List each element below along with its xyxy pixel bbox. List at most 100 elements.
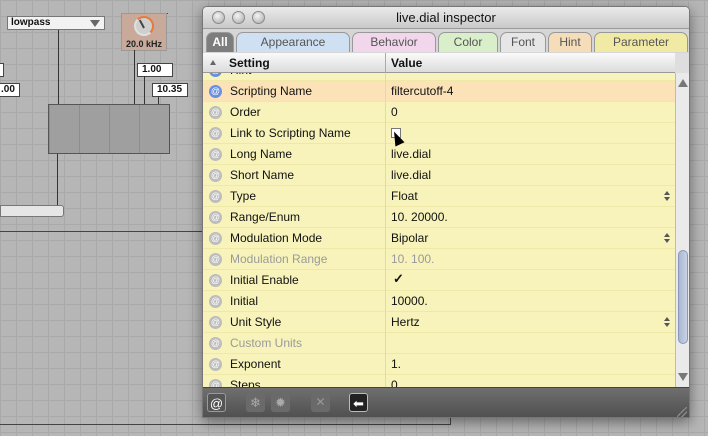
at-attribute-icon[interactable]: @ bbox=[209, 169, 222, 182]
setting-value[interactable]: 1. bbox=[391, 357, 401, 371]
number-box-3[interactable]: .00 bbox=[0, 83, 20, 97]
setting-value[interactable]: live.dial bbox=[391, 147, 431, 161]
column-divider bbox=[385, 102, 386, 123]
tab-color[interactable]: Color bbox=[438, 32, 498, 52]
at-toggle-button[interactable]: @ bbox=[207, 393, 226, 412]
at-attribute-icon[interactable]: @ bbox=[209, 148, 222, 161]
attribute-row[interactable]: @ Initial Enable ✓ bbox=[203, 270, 675, 291]
setting-name: Type bbox=[230, 189, 257, 203]
attribute-row[interactable]: @ Range/Enum 10. 20000. bbox=[203, 207, 675, 228]
dropdown-arrows-icon[interactable] bbox=[664, 191, 670, 201]
column-divider bbox=[385, 291, 386, 312]
tab-hint[interactable]: Hint bbox=[548, 32, 592, 52]
at-attribute-icon[interactable]: @ bbox=[209, 232, 222, 245]
attribute-row[interactable]: @ Hint bbox=[203, 73, 675, 81]
attribute-row[interactable]: @ Short Name live.dial bbox=[203, 165, 675, 186]
back-arrow-icon[interactable]: ⬅ bbox=[349, 393, 368, 412]
setting-value[interactable]: filtercutoff-4 bbox=[391, 84, 453, 98]
column-divider bbox=[385, 249, 386, 270]
tab-parameter[interactable]: Parameter bbox=[594, 32, 688, 52]
setting-value: 10. 100. bbox=[391, 252, 435, 266]
attribute-row[interactable]: @ Modulation Range 10. 100. bbox=[203, 249, 675, 270]
inspector-window: live.dial inspector All Appearance Behav… bbox=[202, 6, 690, 418]
setting-value[interactable]: 10000. bbox=[391, 294, 428, 308]
at-attribute-icon[interactable]: @ bbox=[209, 190, 222, 203]
table-header: Setting Value bbox=[203, 53, 675, 73]
at-attribute-icon[interactable]: @ bbox=[209, 337, 222, 350]
attribute-row[interactable]: @ Custom Units bbox=[203, 333, 675, 354]
at-attribute-icon[interactable]: @ bbox=[209, 211, 222, 224]
attribute-row[interactable]: @ Initial 10000. bbox=[203, 291, 675, 312]
patch-cord[interactable] bbox=[134, 50, 135, 104]
column-divider[interactable] bbox=[385, 53, 386, 73]
column-divider bbox=[385, 207, 386, 228]
patch-cord[interactable] bbox=[0, 231, 202, 232]
column-header-value[interactable]: Value bbox=[391, 56, 422, 70]
umenu-filter-type[interactable]: lowpass bbox=[7, 16, 105, 30]
patch-cord[interactable] bbox=[450, 418, 451, 425]
setting-value[interactable]: 0 bbox=[391, 105, 398, 119]
setting-value[interactable]: Bipolar bbox=[391, 231, 428, 245]
at-attribute-icon[interactable]: @ bbox=[209, 274, 222, 287]
attribute-row[interactable]: @ Steps 0 bbox=[203, 375, 675, 387]
column-divider bbox=[385, 354, 386, 375]
patch-cord[interactable] bbox=[57, 154, 58, 205]
tab-appearance[interactable]: Appearance bbox=[236, 32, 350, 52]
resize-grip-icon[interactable] bbox=[677, 407, 687, 417]
setting-value[interactable]: live.dial bbox=[391, 168, 431, 182]
sort-ascending-icon[interactable] bbox=[210, 60, 216, 65]
dropdown-arrows-icon[interactable] bbox=[664, 317, 670, 327]
at-attribute-icon[interactable]: @ bbox=[209, 85, 222, 98]
snowflake-icon[interactable]: ❄ bbox=[246, 393, 265, 412]
dropdown-arrows-icon[interactable] bbox=[664, 233, 670, 243]
column-header-setting[interactable]: Setting bbox=[229, 56, 270, 70]
initial-enable-checkbox[interactable]: ✓ bbox=[393, 271, 404, 287]
vertical-scrollbar[interactable] bbox=[675, 73, 689, 387]
attribute-row[interactable]: @ Type Float bbox=[203, 186, 675, 207]
patch-object[interactable] bbox=[0, 205, 64, 217]
close-icon[interactable]: ✕ bbox=[311, 393, 330, 412]
scrollbar-thumb[interactable] bbox=[678, 250, 688, 344]
patch-cord[interactable] bbox=[144, 76, 145, 104]
tab-behavior[interactable]: Behavior bbox=[352, 32, 436, 52]
at-attribute-icon[interactable]: @ bbox=[209, 106, 222, 119]
attribute-row[interactable]: @ Long Name live.dial bbox=[203, 144, 675, 165]
at-attribute-icon[interactable]: @ bbox=[209, 379, 222, 387]
column-divider bbox=[385, 333, 386, 354]
window-titlebar[interactable]: live.dial inspector bbox=[203, 7, 689, 29]
at-attribute-icon[interactable]: @ bbox=[209, 73, 222, 77]
column-divider bbox=[385, 123, 386, 144]
gear-icon[interactable]: ✹ bbox=[271, 393, 290, 412]
column-divider bbox=[385, 186, 386, 207]
attribute-row[interactable]: @ Order 0 bbox=[203, 102, 675, 123]
attribute-row[interactable]: @ Link to Scripting Name bbox=[203, 123, 675, 144]
scroll-down-icon[interactable] bbox=[678, 373, 688, 381]
at-attribute-icon[interactable]: @ bbox=[209, 253, 222, 266]
patch-cord[interactable] bbox=[167, 13, 168, 14]
scroll-up-icon[interactable] bbox=[678, 79, 688, 87]
setting-value[interactable]: 0 bbox=[391, 378, 398, 387]
umenu-value: lowpass bbox=[11, 17, 51, 28]
tab-font[interactable]: Font bbox=[500, 32, 546, 52]
setting-value[interactable]: Float bbox=[391, 189, 418, 203]
at-attribute-icon[interactable]: @ bbox=[209, 295, 222, 308]
setting-value[interactable]: 10. 20000. bbox=[391, 210, 448, 224]
at-attribute-icon[interactable]: @ bbox=[209, 358, 222, 371]
patch-cord[interactable] bbox=[0, 424, 450, 425]
at-attribute-icon[interactable]: @ bbox=[209, 127, 222, 140]
number-box-4[interactable] bbox=[0, 63, 4, 77]
attribute-row[interactable]: @ Modulation Mode Bipolar bbox=[203, 228, 675, 249]
multislider-object[interactable] bbox=[48, 104, 170, 154]
number-box-1[interactable]: 1.00 bbox=[137, 63, 173, 77]
attribute-row[interactable]: @ Unit Style Hertz bbox=[203, 312, 675, 333]
at-attribute-icon[interactable]: @ bbox=[209, 316, 222, 329]
attribute-row[interactable]: @ Scripting Name filtercutoff-4 bbox=[203, 81, 675, 102]
number-box-2[interactable]: 10.35 bbox=[152, 83, 188, 97]
setting-name: Link to Scripting Name bbox=[230, 126, 351, 140]
tab-all[interactable]: All bbox=[206, 32, 234, 52]
live-dial-object[interactable]: 20.0 kHz bbox=[121, 13, 167, 51]
patch-cord[interactable] bbox=[58, 30, 59, 104]
patch-cord[interactable] bbox=[158, 96, 159, 104]
setting-value[interactable]: Hertz bbox=[391, 315, 420, 329]
attribute-row[interactable]: @ Exponent 1. bbox=[203, 354, 675, 375]
